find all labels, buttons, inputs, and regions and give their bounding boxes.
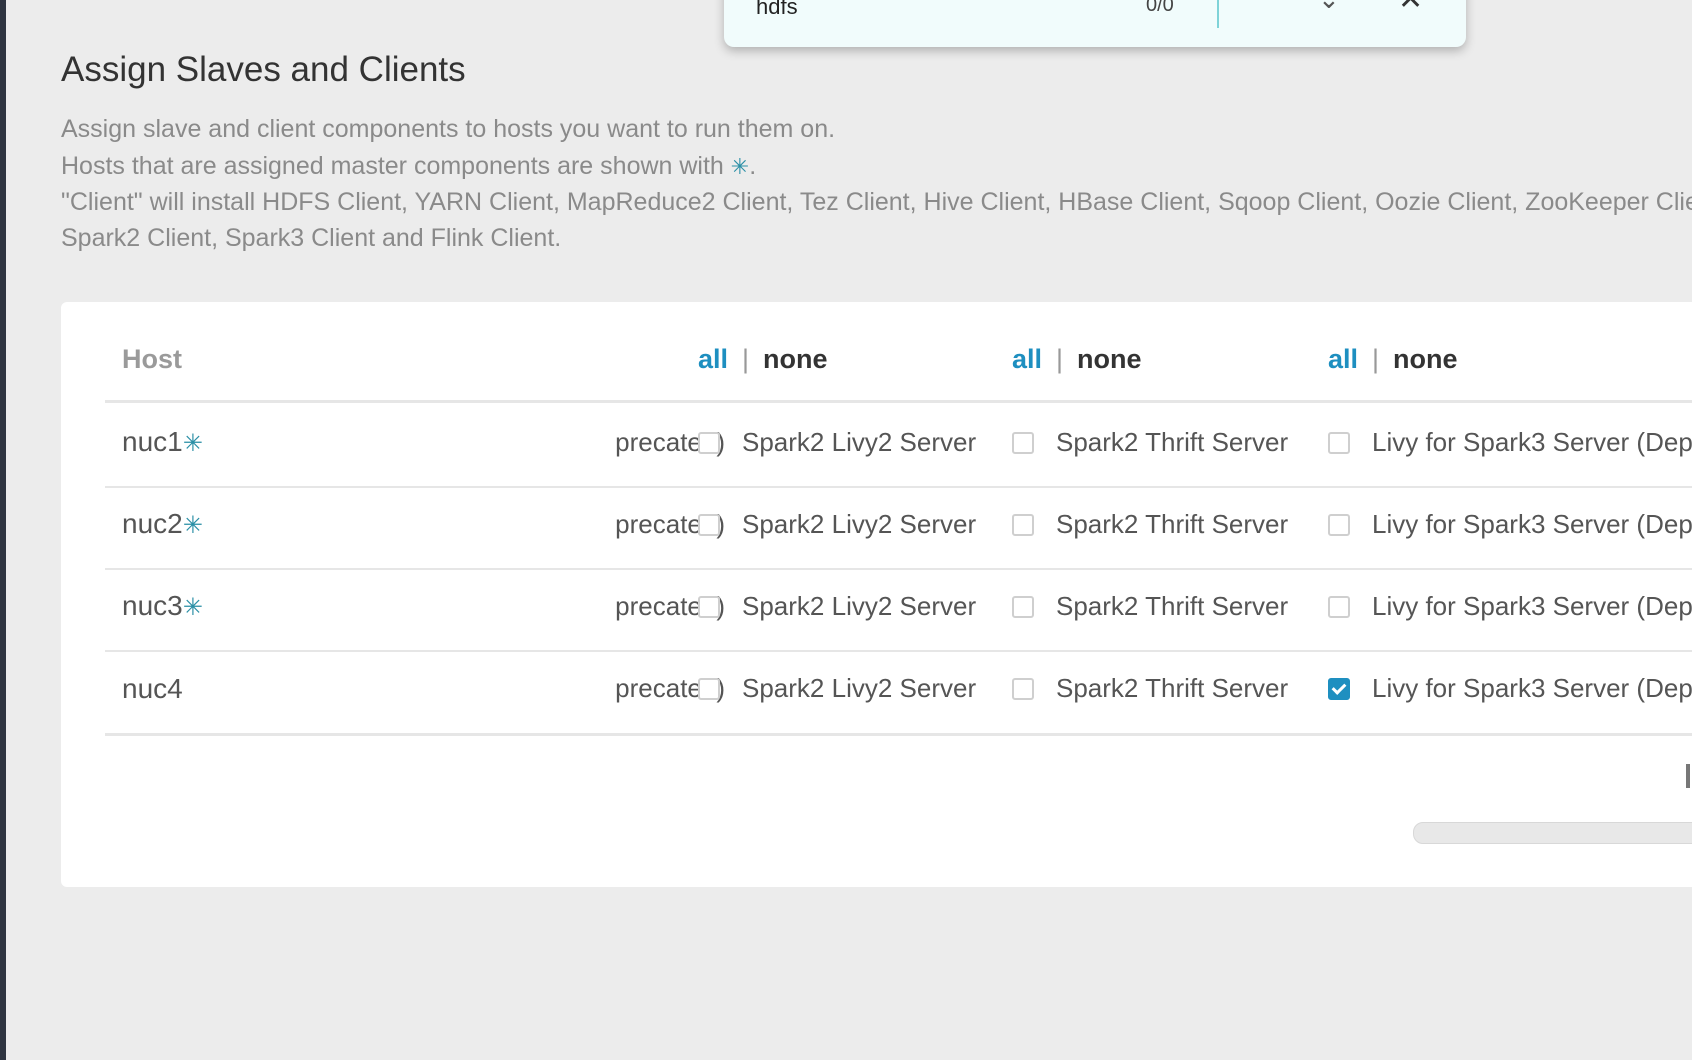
- row-divider: [105, 568, 1692, 570]
- select-none-link[interactable]: none: [763, 344, 828, 374]
- close-icon[interactable]: ✕: [1398, 0, 1423, 17]
- checkbox-spark2-thrift[interactable]: [1012, 432, 1034, 454]
- checkbox-spark2-livy2[interactable]: [698, 678, 720, 700]
- select-all-link[interactable]: all: [698, 344, 728, 374]
- description-line-2: Hosts that are assigned master component…: [61, 152, 756, 181]
- star-icon: ✳: [182, 430, 203, 457]
- component-label: Livy for Spark3 Server (Deprecated): [1372, 509, 1692, 539]
- host-name: nuc2: [122, 508, 183, 539]
- star-icon: ✳: [730, 154, 750, 179]
- select-none-link[interactable]: none: [1393, 344, 1458, 374]
- host-name: nuc4: [122, 673, 183, 704]
- separator: |: [1056, 344, 1064, 374]
- assignment-table-panel: Host all | none all | none all | none nuc1✳ pr…: [61, 302, 1692, 887]
- component-label: Livy for Spark3 Server (Deprecated): [1372, 591, 1692, 621]
- host-column-header: Host: [122, 344, 182, 374]
- table-row-host: nuc3✳: [122, 590, 203, 622]
- table-row-host: nuc1✳: [122, 426, 203, 458]
- description-line-2-text: Hosts that are assigned master component…: [61, 152, 724, 180]
- component-label: Spark2 Thrift Server: [1056, 509, 1289, 539]
- column-header-spark2-livy2: all | none: [698, 344, 828, 375]
- find-query[interactable]: hdfs: [756, 0, 798, 20]
- component-label: Spark2 Livy2 Server: [742, 509, 977, 539]
- checkbox-spark2-thrift[interactable]: [1012, 514, 1034, 536]
- column-header-livy-spark3: all | none: [1328, 344, 1458, 375]
- checkbox-spark2-livy2[interactable]: [698, 514, 720, 536]
- table-row-host: nuc4: [122, 673, 183, 705]
- star-icon: ✳: [182, 594, 203, 621]
- row-divider: [105, 733, 1692, 736]
- checkbox-livy-spark3[interactable]: [1328, 432, 1350, 454]
- host-name: nuc3: [122, 590, 183, 621]
- header-divider: [105, 400, 1692, 403]
- find-separator: [1217, 0, 1219, 28]
- host-name: nuc1: [122, 426, 183, 457]
- chevron-down-icon[interactable]: ⌄: [1318, 0, 1340, 15]
- select-none-link[interactable]: none: [1077, 344, 1142, 374]
- description-line-4: Spark2 Client, Spark3 Client and Flink C…: [61, 224, 562, 252]
- separator: |: [742, 344, 750, 374]
- checkbox-livy-spark3[interactable]: [1328, 596, 1350, 618]
- select-all-link[interactable]: all: [1328, 344, 1358, 374]
- row-divider: [105, 486, 1692, 488]
- checkbox-livy-spark3[interactable]: [1328, 514, 1350, 536]
- checkbox-livy-spark3[interactable]: [1328, 678, 1350, 700]
- separator: |: [1372, 344, 1380, 374]
- component-label: Spark2 Thrift Server: [1056, 591, 1289, 621]
- component-label: Spark2 Livy2 Server: [742, 427, 977, 457]
- pagination-control[interactable]: [1686, 764, 1690, 788]
- checkbox-spark2-livy2[interactable]: [698, 596, 720, 618]
- description-line-2-end: .: [749, 152, 757, 180]
- component-label: Spark2 Thrift Server: [1056, 427, 1289, 457]
- chevron-up-icon[interactable]: ⌃: [1252, 0, 1274, 15]
- description-line-1: Assign slave and client components to ho…: [61, 115, 836, 143]
- find-count: 0/0: [1146, 0, 1174, 16]
- select-all-link[interactable]: all: [1012, 344, 1042, 374]
- row-divider: [105, 650, 1692, 652]
- table-row-host: nuc2✳: [122, 508, 203, 540]
- window-edge: [0, 0, 6, 1060]
- horizontal-scrollbar[interactable]: [1413, 822, 1692, 844]
- component-label: Spark2 Livy2 Server: [742, 673, 977, 703]
- component-label: Spark2 Thrift Server: [1056, 673, 1289, 703]
- description-line-3: "Client" will install HDFS Client, YARN …: [61, 188, 1692, 216]
- checkbox-spark2-thrift[interactable]: [1012, 596, 1034, 618]
- star-icon: ✳: [182, 512, 203, 539]
- checkbox-spark2-thrift[interactable]: [1012, 678, 1034, 700]
- page-title: Assign Slaves and Clients: [61, 50, 466, 89]
- component-label: Livy for Spark3 Server (Deprecated): [1372, 673, 1692, 703]
- component-label: Livy for Spark3 Server (Deprecated): [1372, 427, 1692, 457]
- find-bar: hdfs 0/0 ⌃ ⌄ ✕: [724, 0, 1466, 47]
- column-header-spark2-thrift: all | none: [1012, 344, 1142, 375]
- component-label: Spark2 Livy2 Server: [742, 591, 977, 621]
- checkbox-spark2-livy2[interactable]: [698, 432, 720, 454]
